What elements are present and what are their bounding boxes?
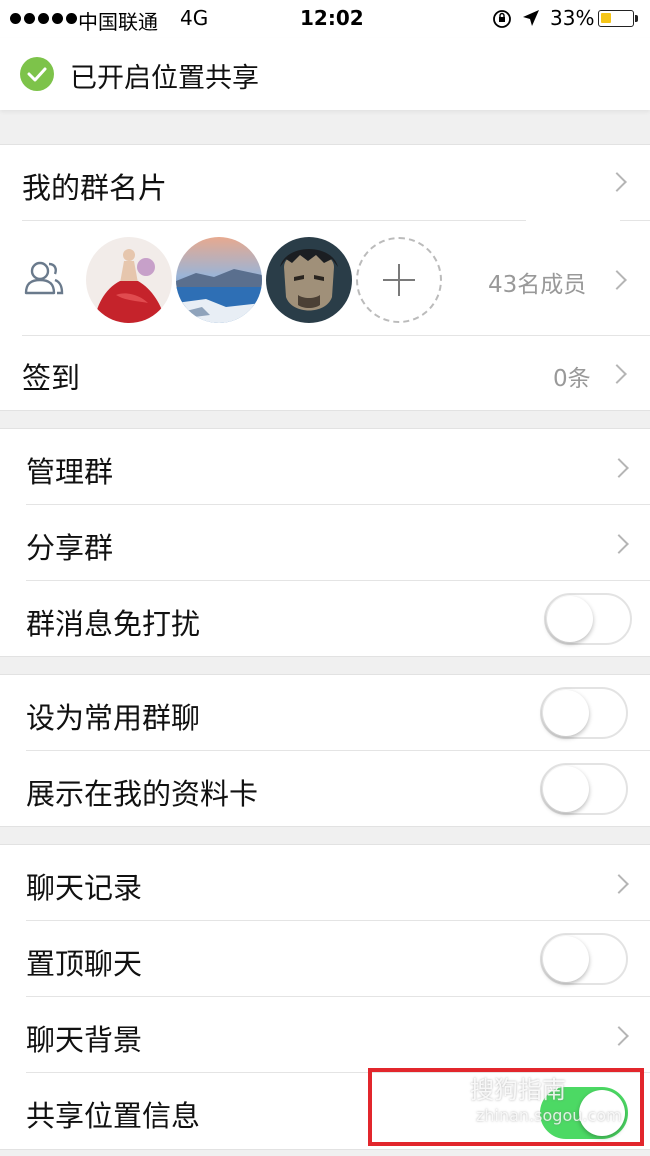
member-avatar[interactable] (176, 237, 262, 323)
chat-history-label: 聊天记录 (26, 871, 143, 905)
manage-group-row[interactable]: 管理群 (0, 429, 650, 505)
manage-group-label: 管理群 (26, 455, 114, 489)
chat-history-row[interactable]: 聊天记录 (0, 845, 650, 921)
show-on-profile-label: 展示在我的资料卡 (26, 777, 259, 811)
group-info-section: 我的群名片 43名成员 签到 0条 (0, 144, 650, 411)
favorite-chat-toggle[interactable] (540, 687, 628, 739)
orientation-lock-icon (493, 10, 511, 28)
show-on-profile-toggle[interactable] (540, 763, 628, 815)
member-avatar[interactable] (86, 237, 172, 323)
show-on-profile-row: 展示在我的资料卡 (0, 751, 650, 827)
pin-chat-label: 置顶聊天 (26, 947, 143, 981)
do-not-disturb-row: 群消息免打扰 (0, 581, 650, 657)
do-not-disturb-toggle[interactable] (544, 593, 632, 645)
chevron-right-icon (609, 534, 629, 554)
network-type: 4G (180, 6, 209, 30)
status-bar: 中国联通 4G 12:02 33% (0, 0, 650, 38)
signal-strength-icon (10, 13, 77, 24)
add-member-button[interactable] (356, 237, 442, 323)
share-location-label: 共享位置信息 (26, 1099, 201, 1133)
share-group-label: 分享群 (26, 531, 114, 565)
chevron-right-icon (609, 458, 629, 478)
checkin-label: 签到 (22, 361, 81, 395)
plus-icon (383, 264, 415, 296)
members-row[interactable]: 43名成员 (0, 221, 650, 335)
group-card-label: 我的群名片 (22, 171, 168, 205)
chevron-right-icon (609, 1026, 629, 1046)
member-avatar[interactable] (266, 237, 352, 323)
carrier-name: 中国联通 (78, 10, 158, 34)
favorite-chat-label: 设为常用群聊 (26, 701, 201, 735)
battery-level (601, 13, 611, 23)
share-group-row[interactable]: 分享群 (0, 505, 650, 581)
favorite-chat-row: 设为常用群聊 (0, 675, 650, 751)
watermark-url: zhinan.sogou.com (476, 1106, 622, 1125)
display-section: 设为常用群聊 展示在我的资料卡 (0, 674, 650, 827)
group-manage-section: 管理群 分享群 群消息免打扰 (0, 428, 650, 657)
clock: 12:02 (300, 6, 364, 30)
do-not-disturb-label: 群消息免打扰 (26, 607, 201, 641)
battery-percent: 33% (550, 6, 595, 30)
chevron-right-icon (609, 874, 629, 894)
pin-chat-toggle[interactable] (540, 933, 628, 985)
chevron-right-icon (607, 364, 627, 384)
chevron-right-icon (607, 270, 627, 290)
member-count: 43名成员 (488, 272, 587, 298)
chat-background-label: 聊天背景 (26, 1023, 143, 1057)
watermark-text: 搜狗指南 (470, 1076, 566, 1104)
checkin-count: 0条 (553, 366, 591, 392)
checkin-row[interactable]: 签到 0条 (0, 335, 650, 411)
banner-text: 已开启位置共享 (70, 63, 259, 94)
chat-background-row[interactable]: 聊天背景 (0, 997, 650, 1073)
location-arrow-icon (523, 10, 539, 26)
group-card-row[interactable]: 我的群名片 (0, 145, 650, 221)
location-sharing-banner[interactable]: 已开启位置共享 (0, 38, 650, 110)
check-circle-icon (20, 57, 54, 91)
battery-icon (598, 10, 638, 27)
members-icon (24, 261, 64, 295)
pin-chat-row: 置顶聊天 (0, 921, 650, 997)
chevron-right-icon (607, 172, 627, 192)
